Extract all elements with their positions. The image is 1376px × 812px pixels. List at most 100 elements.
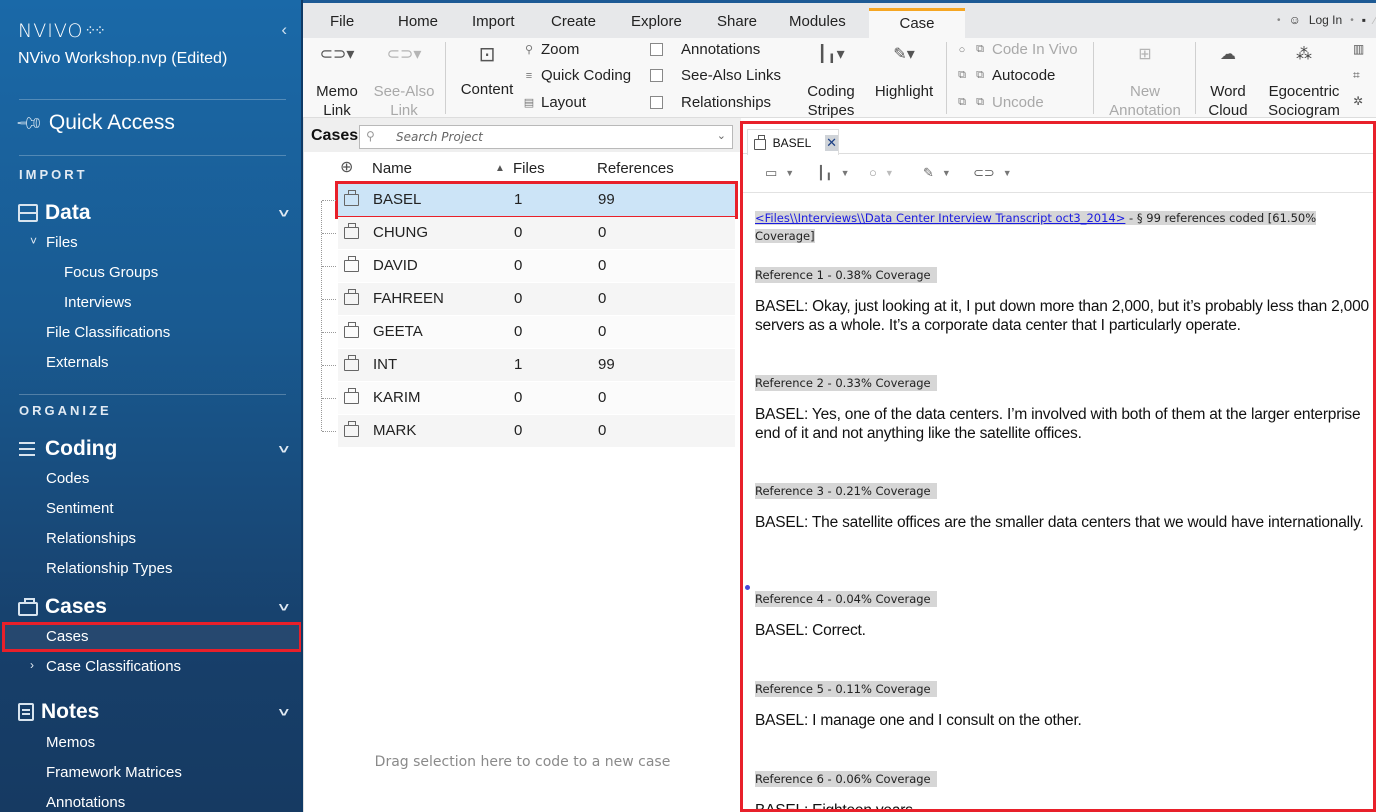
nav-item-file-classifications[interactable]: File Classifications: [46, 324, 170, 341]
nav-item-relationships[interactable]: Relationships: [46, 530, 136, 547]
case-name: KARIM: [373, 389, 421, 406]
nav-item-focus-groups[interactable]: Focus Groups: [64, 264, 158, 281]
column-references[interactable]: References: [597, 160, 674, 177]
checkbox[interactable]: [650, 69, 663, 82]
add-column-icon[interactable]: ⊕: [340, 157, 353, 177]
tab-share[interactable]: Share: [717, 13, 757, 30]
reference-label: Reference 5 - 0.11% Coverage: [755, 681, 937, 697]
case-references-count: 99: [598, 356, 615, 373]
cluster-icon[interactable]: ✲: [1353, 94, 1363, 108]
checkbox[interactable]: [650, 43, 663, 56]
tab-create[interactable]: Create: [551, 13, 596, 30]
tab-file[interactable]: File: [330, 13, 354, 30]
chevron-down-icon[interactable]: ˅: [279, 600, 290, 615]
nav-item-annotations[interactable]: Annotations: [46, 794, 125, 811]
case-row[interactable]: INT 1 99: [322, 349, 735, 381]
highlight-button[interactable]: ✎▾ Highlight: [869, 42, 939, 101]
nav-item-interviews[interactable]: Interviews: [64, 294, 132, 311]
coding-stripes-button[interactable]: ┃╻▾ Coding Stripes: [803, 42, 859, 120]
nav-item-codes[interactable]: Codes: [46, 470, 89, 487]
see-also-link-button[interactable]: ⊂⊃▾ See-Also Link: [370, 42, 438, 120]
search-input[interactable]: [396, 128, 706, 146]
collapse-sidebar-button[interactable]: ‹: [281, 20, 287, 40]
zoom-button[interactable]: ⚲ Zoom: [523, 41, 579, 58]
reference-text[interactable]: BASEL: I manage one and I consult on the…: [755, 711, 1373, 730]
save-icon[interactable]: ▪: [1362, 13, 1366, 27]
annotations-checkbox[interactable]: Annotations: [650, 41, 760, 58]
tab-explore[interactable]: Explore: [631, 13, 682, 30]
drag-drop-hint[interactable]: Drag selection here to code to a new cas…: [304, 754, 741, 770]
reference-text[interactable]: BASEL: Eighteen years.: [755, 801, 1373, 809]
reference-text[interactable]: BASEL: The satellite offices are the sma…: [755, 513, 1373, 532]
case-row[interactable]: FAHREEN 0 0: [322, 283, 735, 315]
column-name[interactable]: Name: [372, 160, 412, 177]
tab-import[interactable]: Import: [472, 13, 515, 30]
tab-home[interactable]: Home: [398, 13, 438, 30]
reference-block: Reference 6 - 0.06% Coverage BASEL: Eight…: [755, 770, 1373, 809]
code-dropdown-button[interactable]: ○ ▼: [869, 165, 894, 180]
nav-item-relationship-types[interactable]: Relationship Types: [46, 560, 172, 577]
chevron-down-icon[interactable]: ˅: [30, 234, 37, 248]
chevron-right-icon[interactable]: ›: [30, 658, 34, 672]
tree-connector: [322, 266, 336, 267]
nav-item-cases[interactable]: Cases: [46, 628, 89, 645]
reference-text[interactable]: BASEL: Yes, one of the data centers. I’m…: [755, 405, 1373, 443]
egocentric-sociogram-button[interactable]: ⁂ Egocentric Sociogram: [1261, 42, 1347, 120]
chevron-down-icon[interactable]: ˅: [279, 705, 290, 720]
layout-button[interactable]: ▤ Layout: [523, 94, 586, 111]
checkbox[interactable]: [650, 96, 663, 109]
nav-item-sentiment[interactable]: Sentiment: [46, 500, 114, 517]
case-row[interactable]: CHUNG 0 0: [322, 217, 735, 249]
nav-group-label: Coding: [45, 437, 118, 460]
highlight-dropdown-button[interactable]: ✎ ▼: [923, 165, 951, 181]
log-in-link[interactable]: Log In: [1309, 13, 1342, 27]
quick-access-link[interactable]: 📌︎ Quick Access: [15, 107, 175, 137]
nav-group-cases[interactable]: Cases ˅: [18, 595, 290, 619]
case-files-count: 0: [514, 422, 523, 439]
chevron-down-icon[interactable]: ⌄: [717, 129, 726, 142]
uncode-button[interactable]: ⧉ ⧉ Uncode: [956, 94, 1044, 111]
coding-stripes-dropdown-button[interactable]: ┃╻ ▼: [817, 165, 850, 181]
case-name: INT: [373, 356, 398, 373]
tab-case[interactable]: Case: [869, 8, 965, 41]
column-files[interactable]: Files: [513, 160, 545, 177]
reference-text[interactable]: BASEL: Correct.: [755, 621, 1373, 640]
crop-icon[interactable]: ⌗: [1353, 68, 1360, 83]
code-in-vivo-button[interactable]: ○ ⧉ Code In Vivo: [956, 41, 1078, 58]
reference-text[interactable]: BASEL: Okay, just looking at it, I put d…: [755, 297, 1373, 335]
see-also-links-checkbox[interactable]: See-Also Links: [650, 67, 781, 84]
case-row[interactable]: BASEL 1 99: [322, 181, 738, 219]
chevron-down-icon[interactable]: ˅: [279, 442, 290, 457]
nav-item-framework-matrices[interactable]: Framework Matrices: [46, 764, 182, 781]
case-row[interactable]: GEETA 0 0: [322, 316, 735, 348]
chart-icon[interactable]: ▥: [1353, 42, 1364, 56]
case-icon: [344, 322, 359, 338]
nav-item-externals[interactable]: Externals: [46, 354, 109, 371]
memo-link-button[interactable]: ⊂⊃▾ Memo Link: [313, 42, 361, 120]
nav-group-data[interactable]: Data ˅: [18, 201, 290, 225]
nav-item-case-classifications[interactable]: › Case Classifications: [30, 658, 181, 675]
tab-basel[interactable]: BASEL ✕: [747, 129, 839, 155]
case-row[interactable]: KARIM 0 0: [322, 382, 735, 414]
memo-dropdown-button[interactable]: ▭ ▼: [765, 165, 794, 181]
new-annotation-button[interactable]: ⊞ New Annotation: [1101, 42, 1189, 120]
close-icon[interactable]: ✕: [825, 134, 838, 151]
nav-item-files[interactable]: ˅ Files: [30, 234, 78, 251]
nav-item-memos[interactable]: Memos: [46, 734, 95, 751]
highlighter-icon: ✎▾: [893, 46, 915, 63]
autocode-button[interactable]: ⧉ ⧉ Autocode: [956, 67, 1055, 84]
tree-connector: [322, 299, 336, 300]
content-button[interactable]: ⊡ Content: [455, 42, 519, 99]
case-row[interactable]: MARK 0 0: [322, 415, 735, 447]
case-row[interactable]: DAVID 0 0: [322, 250, 735, 282]
search-project-box[interactable]: ⚲ ⌄: [359, 125, 733, 149]
source-file-link[interactable]: <Files\\Interviews\\Data Center Intervie…: [755, 211, 1125, 225]
quick-coding-button[interactable]: ≡ Quick Coding: [523, 67, 631, 84]
relationships-checkbox[interactable]: Relationships: [650, 94, 771, 111]
nav-group-coding[interactable]: Coding ˅: [18, 437, 290, 461]
word-cloud-button[interactable]: ☁ Word Cloud: [1201, 42, 1255, 120]
chevron-down-icon[interactable]: ˅: [279, 206, 290, 221]
tab-modules[interactable]: Modules: [789, 13, 846, 30]
nav-group-notes[interactable]: Notes ˅: [18, 700, 290, 724]
link-dropdown-button[interactable]: ⊂⊃ ▼: [973, 165, 1012, 181]
